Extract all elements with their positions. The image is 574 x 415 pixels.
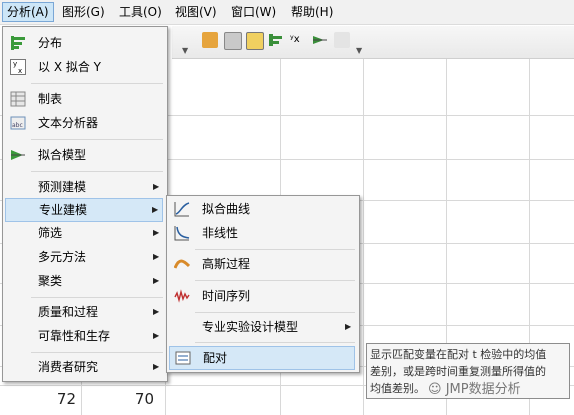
menu-item-fit-model[interactable]: 拟合模型 [5, 144, 163, 166]
specialized-modeling-submenu: 拟合曲线 非线性 高斯过程 时间序列 专业实验设计模型 ▶ 配对 [166, 195, 360, 373]
chevron-right-icon: ▶ [153, 331, 160, 340]
chevron-right-icon: ▶ [345, 322, 352, 331]
menu-item-time-series[interactable]: 时间序列 [169, 285, 355, 307]
menu-item-specialized-modeling[interactable]: 专业建模 ▶ [5, 198, 163, 222]
chevron-right-icon: ▶ [153, 182, 160, 191]
menu-item-nonlinear[interactable]: 非线性 [169, 222, 355, 244]
menu-item-tabulate[interactable]: 制表 [5, 88, 163, 110]
chevron-right-icon: ▶ [153, 276, 160, 285]
time-series-icon [174, 288, 190, 304]
menu-graph[interactable]: 图形(G) [58, 3, 109, 21]
distribution-toolbar-icon[interactable] [268, 32, 284, 48]
fit-curve-icon [174, 201, 190, 217]
grid-cell[interactable]: 72 [30, 390, 76, 408]
watermark: ☺ JMP数据分析 [428, 382, 521, 397]
tabulate-icon [10, 91, 26, 107]
svg-text:y: y [13, 60, 17, 68]
chevron-right-icon: ▶ [153, 362, 160, 371]
fit-model-toolbar-icon[interactable] [312, 32, 328, 48]
menu-item-consumer-research[interactable]: 消费者研究 ▶ [5, 356, 163, 378]
grid-cell[interactable]: 70 [108, 390, 154, 408]
wechat-icon: ☺ [428, 382, 442, 397]
menu-item-clustering[interactable]: 聚类 ▶ [5, 270, 163, 292]
menu-item-matched-pairs[interactable]: 配对 [169, 346, 355, 370]
menu-item-screening[interactable]: 筛选 ▶ [5, 222, 163, 244]
chevron-right-icon: ▶ [153, 252, 160, 261]
menu-item-gaussian-process[interactable]: 高斯过程 [169, 253, 355, 275]
analyze-menu: 分布 yx 以 X 拟合 Y 制表 abc 文本分析器 拟合模型 预测建模 ▶ … [2, 26, 168, 382]
menu-item-fit-y-by-x[interactable]: yx 以 X 拟合 Y [5, 56, 163, 78]
calculator-icon[interactable] [224, 32, 242, 50]
fit-model-icon [10, 147, 26, 163]
menu-item-quality-process[interactable]: 质量和过程 ▶ [5, 301, 163, 323]
distribution-icon [10, 35, 26, 51]
menu-window[interactable]: 窗口(W) [227, 3, 280, 21]
menu-item-distribution[interactable]: 分布 [5, 32, 163, 54]
menu-tools[interactable]: 工具(O) [115, 3, 166, 21]
menu-item-specialized-doe-models[interactable]: 专业实验设计模型 ▶ [169, 316, 355, 338]
menu-item-text-explorer[interactable]: abc 文本分析器 [5, 112, 163, 134]
chevron-right-icon: ▶ [152, 205, 159, 214]
svg-text:x: x [18, 67, 22, 75]
menu-view[interactable]: 视图(V) [171, 3, 221, 21]
fit-y-by-x-toolbar-icon[interactable]: ʸx [290, 32, 306, 48]
matched-pairs-icon [175, 350, 191, 366]
tooltip-line: 显示匹配变量在配对 t 检验中的均值 [370, 348, 547, 361]
text-explorer-icon: abc [10, 115, 26, 131]
gaussian-process-icon [173, 256, 191, 272]
menu-help[interactable]: 帮助(H) [287, 3, 337, 21]
nonlinear-icon [174, 225, 190, 241]
menu-item-fit-curve[interactable]: 拟合曲线 [169, 198, 355, 220]
menu-bar: 分析(A) 图形(G) 工具(O) 视图(V) 窗口(W) 帮助(H) [0, 0, 574, 25]
grid-icon[interactable] [246, 32, 264, 50]
menu-analyze[interactable]: 分析(A) [2, 2, 54, 22]
toolbar-dropdown-icon-2[interactable]: ▼ [356, 46, 362, 55]
menu-item-reliability-survival[interactable]: 可靠性和生存 ▶ [5, 325, 163, 347]
toolbar-dropdown-icon[interactable]: ▼ [182, 46, 188, 55]
chevron-right-icon: ▶ [153, 228, 160, 237]
menu-item-multivariate[interactable]: 多元方法 ▶ [5, 246, 163, 268]
svg-text:abc: abc [12, 122, 23, 129]
fit-y-by-x-icon: yx [10, 59, 26, 75]
menu-item-predictive-modeling[interactable]: 预测建模 ▶ [5, 176, 163, 198]
toolbar: ▼ ʸx ▼ [172, 26, 574, 59]
chevron-right-icon: ▶ [153, 307, 160, 316]
script-icon[interactable] [334, 32, 350, 48]
data-table-icon[interactable] [202, 32, 218, 48]
